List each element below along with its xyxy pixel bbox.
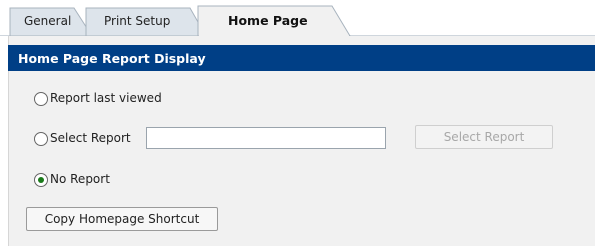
no-report-radio[interactable] <box>34 173 48 187</box>
section-header: Home Page Report Display <box>8 45 595 71</box>
report-last-viewed-radio[interactable] <box>34 92 48 106</box>
tab-home-page[interactable]: Home Page <box>228 14 308 28</box>
select-report-input[interactable] <box>146 127 386 149</box>
tab-general[interactable]: General <box>24 14 71 28</box>
select-report-button[interactable]: Select Report <box>415 125 553 149</box>
tab-print-setup[interactable]: Print Setup <box>104 14 170 28</box>
report-last-viewed-label[interactable]: Report last viewed <box>50 91 162 105</box>
section-title: Home Page Report Display <box>18 51 206 66</box>
no-report-label[interactable]: No Report <box>50 172 110 186</box>
select-report-radio[interactable] <box>34 132 48 146</box>
select-report-label[interactable]: Select Report <box>50 131 131 145</box>
tab-bar: General Print Setup Home Page <box>0 0 595 36</box>
copy-homepage-shortcut-button[interactable]: Copy Homepage Shortcut <box>26 207 218 231</box>
